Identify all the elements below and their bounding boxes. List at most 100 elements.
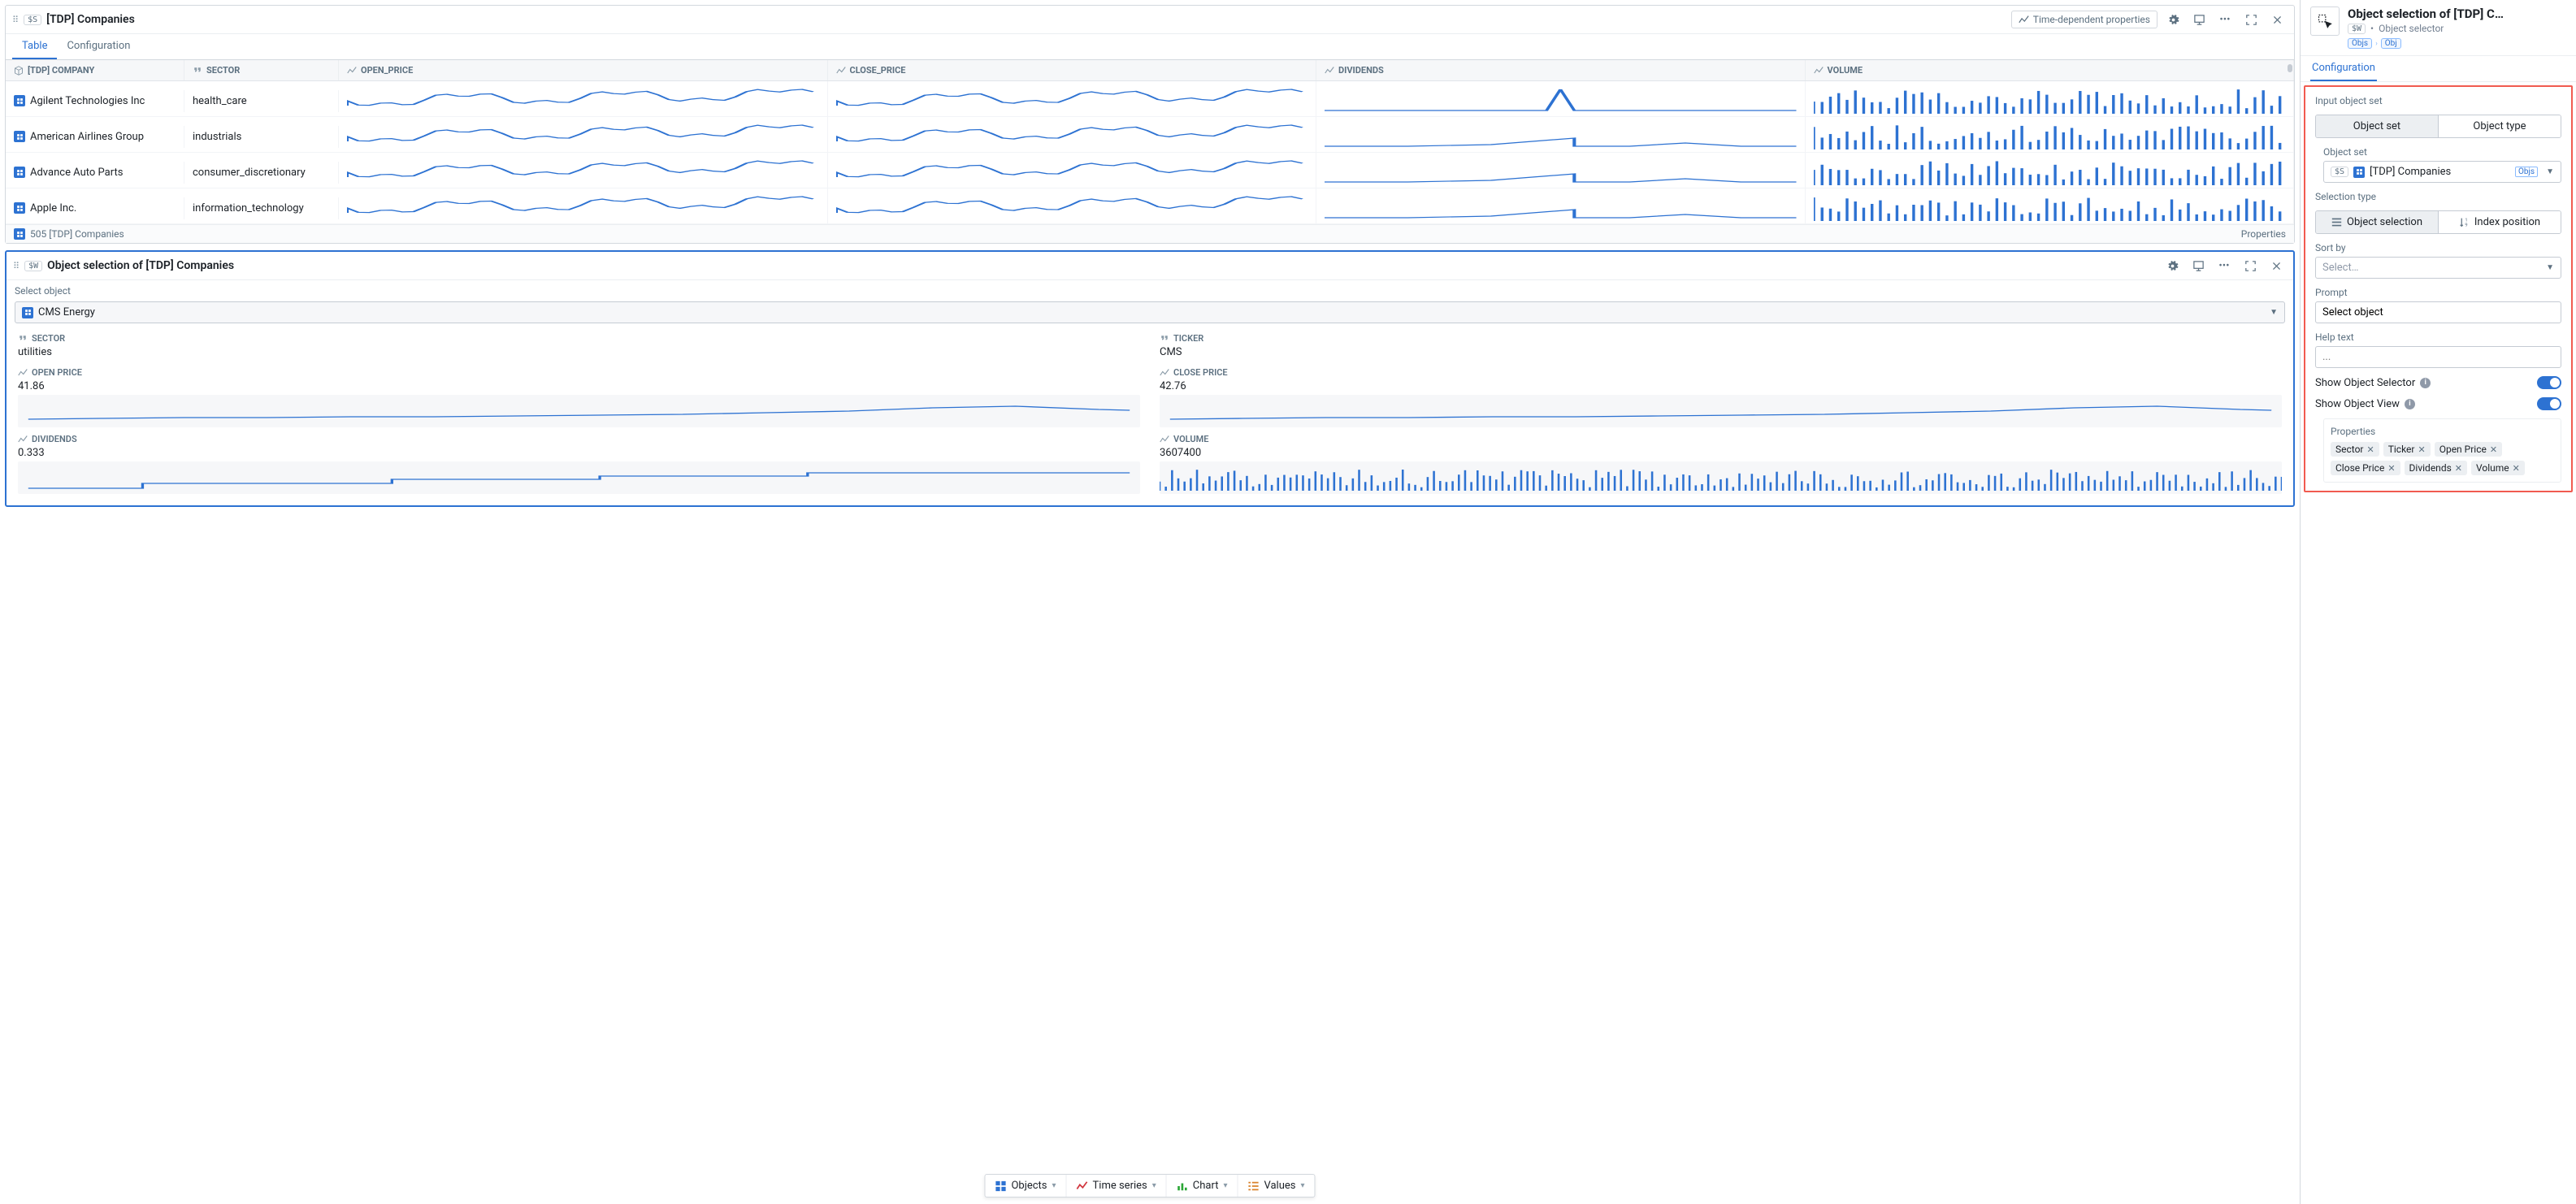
scrollbar-thumb[interactable] — [2288, 64, 2292, 72]
object-type-tab[interactable]: Object type — [2438, 115, 2561, 137]
remove-chip-icon[interactable]: ✕ — [2490, 444, 2497, 455]
prompt-input[interactable] — [2315, 301, 2561, 323]
index-position-btn[interactable]: 19Index position — [2438, 211, 2561, 233]
show-view-row: Show Object View i — [2315, 397, 2561, 410]
quote-icon — [18, 334, 28, 344]
panel-title: [TDP] Companies — [46, 13, 135, 26]
sidebar-header: Object selection of [TDP] C… $W • Object… — [2301, 0, 2576, 56]
object-set-type-segment: Object set Object type — [2315, 115, 2561, 138]
panel-tabs: Table Configuration — [6, 34, 2294, 60]
sparkline-close — [836, 158, 1308, 187]
properties-link[interactable]: Properties — [2241, 228, 2286, 240]
drag-handle-icon[interactable]: ⠿ — [13, 261, 20, 271]
drag-handle-icon[interactable]: ⠿ — [12, 15, 19, 25]
sidebar-tab-configuration[interactable]: Configuration — [2310, 56, 2377, 81]
sort-by-select[interactable]: Select… ▼ — [2315, 257, 2561, 279]
help-text-input[interactable] — [2315, 346, 2561, 368]
gear-icon[interactable] — [2162, 9, 2184, 30]
toolbar-objects[interactable]: Objects▾ — [985, 1175, 1066, 1197]
object-set-tab[interactable]: Object set — [2316, 115, 2438, 137]
info-icon[interactable]: i — [2405, 399, 2415, 409]
chart-line-icon — [1325, 66, 1334, 76]
table-footer: 505 [TDP] Companies Properties — [6, 224, 2294, 243]
bottom-toolbar: Objects▾ Time series▾ Chart▾ Values▾ — [984, 1174, 1315, 1198]
prompt-label: Prompt — [2315, 287, 2561, 298]
crumb-objs[interactable]: Objs — [2348, 38, 2372, 49]
toolbar-timeseries[interactable]: Time series▾ — [1067, 1175, 1167, 1197]
company-name: Agilent Technologies Inc — [30, 95, 145, 107]
fullscreen-icon[interactable] — [2240, 255, 2261, 276]
sort-by-label: Sort by — [2315, 242, 2561, 253]
companies-header: ⠿ $S [TDP] Companies Time-dependent prop… — [6, 6, 2294, 34]
sector-cell: information_technology — [184, 197, 339, 219]
entity-icon — [14, 228, 25, 240]
presentation-icon[interactable] — [2188, 255, 2209, 276]
chip-label: Sector — [2335, 444, 2364, 455]
sector-cell: consumer_discretionary — [184, 162, 339, 184]
entity-icon — [22, 307, 33, 318]
sidebar-title: Object selection of [TDP] C… — [2348, 6, 2566, 21]
chip-label: Dividends — [2409, 462, 2452, 474]
entity-icon — [14, 131, 25, 142]
table-row[interactable]: Agilent Technologies Inc health_care — [6, 81, 2294, 117]
remove-chip-icon[interactable]: ✕ — [2455, 463, 2462, 474]
fullscreen-icon[interactable] — [2240, 9, 2262, 30]
object-selection-btn[interactable]: Object selection — [2316, 211, 2438, 233]
property-chip[interactable]: Close Price✕ — [2331, 461, 2400, 475]
chart-line-icon — [18, 435, 28, 444]
show-view-toggle[interactable] — [2537, 397, 2561, 410]
show-selector-toggle[interactable] — [2537, 376, 2561, 389]
property-chip[interactable]: Volume✕ — [2471, 461, 2525, 475]
property-chip[interactable]: Open Price✕ — [2435, 442, 2502, 457]
close-icon[interactable] — [2266, 255, 2287, 276]
info-icon[interactable]: i — [2420, 378, 2431, 388]
remove-chip-icon[interactable]: ✕ — [2513, 463, 2520, 474]
object-dropdown[interactable]: CMS Energy ▼ — [15, 301, 2285, 323]
object-set-select[interactable]: $S [TDP] Companies Objs ▼ — [2323, 161, 2561, 183]
remove-chip-icon[interactable]: ✕ — [2367, 444, 2374, 455]
selection-type-segment: Object selection 19Index position — [2315, 210, 2561, 234]
config-body: Input object set Object set Object type … — [2304, 85, 2573, 492]
chart-line-icon — [347, 66, 357, 76]
var-badge: $S — [2331, 167, 2348, 177]
property-chip[interactable]: Dividends✕ — [2405, 461, 2467, 475]
table-row[interactable]: American Airlines Group industrials — [6, 117, 2294, 153]
detail-volume: VOLUME 3607400 — [1160, 434, 2282, 494]
detail-dividends: DIVIDENDS 0.333 — [18, 434, 1140, 494]
remove-chip-icon[interactable]: ✕ — [2418, 444, 2425, 455]
time-dependent-btn[interactable]: Time-dependent properties — [2011, 11, 2158, 28]
breadcrumbs: Objs › Obj — [2348, 38, 2566, 49]
table-header-row: [TDP] COMPANY SECTOR OPEN_PRICE CLOSE_PR… — [6, 60, 2294, 81]
presentation-icon[interactable] — [2188, 9, 2210, 30]
quote-icon — [1160, 334, 1169, 344]
property-chip[interactable]: Sector✕ — [2331, 442, 2379, 457]
more-icon[interactable]: ••• — [2214, 255, 2235, 276]
companies-panel: ⠿ $S [TDP] Companies Time-dependent prop… — [5, 5, 2295, 244]
chip-label: Ticker — [2388, 444, 2415, 455]
toolbar-chart[interactable]: Chart▾ — [1167, 1175, 1238, 1197]
detail-open: OPEN PRICE 41.86 — [18, 367, 1140, 427]
close-icon[interactable] — [2266, 9, 2288, 30]
sidebar: Object selection of [TDP] C… $W • Object… — [2300, 0, 2576, 1204]
remove-chip-icon[interactable]: ✕ — [2387, 463, 2395, 474]
chart-line-icon — [1160, 368, 1169, 378]
tab-table[interactable]: Table — [12, 34, 57, 59]
table-row[interactable]: Apple Inc. information_technology — [6, 188, 2294, 224]
show-selector-row: Show Object Selector i — [2315, 376, 2561, 389]
sidebar-subtitle: Object selector — [2379, 23, 2444, 34]
tab-configuration[interactable]: Configuration — [57, 34, 140, 59]
chevron-right-icon: › — [2375, 40, 2378, 48]
gear-icon[interactable] — [2162, 255, 2183, 276]
toolbar-values[interactable]: Values▾ — [1238, 1175, 1314, 1197]
quote-icon — [193, 66, 202, 76]
property-chip[interactable]: Ticker✕ — [2383, 442, 2431, 457]
panel-title: Object selection of [TDP] Companies — [47, 259, 234, 272]
object-set-value: [TDP] Companies — [2370, 166, 2451, 178]
object-selector-icon — [2310, 6, 2340, 36]
help-text-label: Help text — [2315, 331, 2561, 343]
company-name: Advance Auto Parts — [30, 167, 123, 179]
crumb-obj[interactable]: Obj — [2381, 38, 2401, 49]
table-row[interactable]: Advance Auto Parts consumer_discretionar… — [6, 153, 2294, 188]
more-icon[interactable]: ••• — [2214, 9, 2236, 30]
sparkline-dividends — [1325, 122, 1797, 151]
